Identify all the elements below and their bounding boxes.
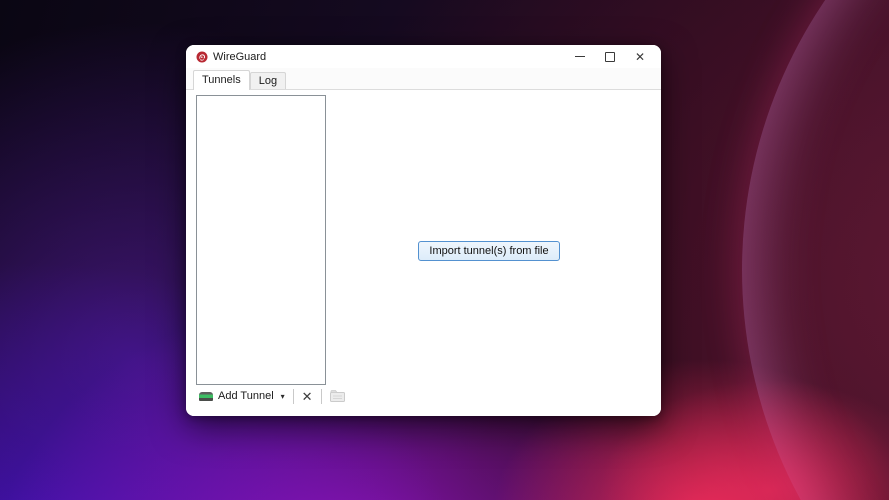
toolbar-separator [292,388,294,404]
close-button[interactable]: ✕ [625,45,655,68]
add-tunnel-button[interactable]: Add Tunnel ▾ [194,388,290,404]
tunnel-list[interactable] [196,95,326,385]
close-icon: ✕ [634,49,646,64]
tab-log[interactable]: Log [249,72,287,89]
import-tunnel-button[interactable]: Import tunnel(s) from file [418,241,560,261]
tab-strip: Tunnels Log [186,68,661,90]
tab-log-label: Log [258,75,278,87]
wireguard-logo-icon [196,51,208,63]
tab-page-tunnels: Add Tunnel ▾ ✕ Import tunnel(s) from fil… [186,90,661,416]
remove-tunnel-button[interactable]: ✕ [297,388,318,405]
tunnel-icon [199,391,213,401]
maximize-button[interactable] [595,45,625,68]
tab-tunnels-label: Tunnels [202,74,241,86]
export-config-icon [329,390,345,402]
minimize-icon [575,56,585,57]
add-tunnel-label: Add Tunnel [218,390,274,402]
chevron-down-icon: ▾ [280,391,285,401]
minimize-button[interactable] [565,45,595,68]
tunnel-toolbar: Add Tunnel ▾ ✕ [194,387,350,405]
maximize-icon [605,51,615,62]
export-tunnels-button[interactable] [325,388,350,404]
titlebar[interactable]: WireGuard ✕ [186,45,661,68]
toolbar-separator [320,388,322,404]
tab-tunnels[interactable]: Tunnels [193,70,250,90]
delete-x-icon: ✕ [301,388,313,404]
wireguard-window: WireGuard ✕ Tunnels Log Add Tunnel ▾ ✕ I… [186,45,661,416]
window-controls: ✕ [565,45,661,68]
window-title: WireGuard [213,50,267,63]
desktop-background: WireGuard ✕ Tunnels Log Add Tunnel ▾ ✕ I… [0,0,889,500]
